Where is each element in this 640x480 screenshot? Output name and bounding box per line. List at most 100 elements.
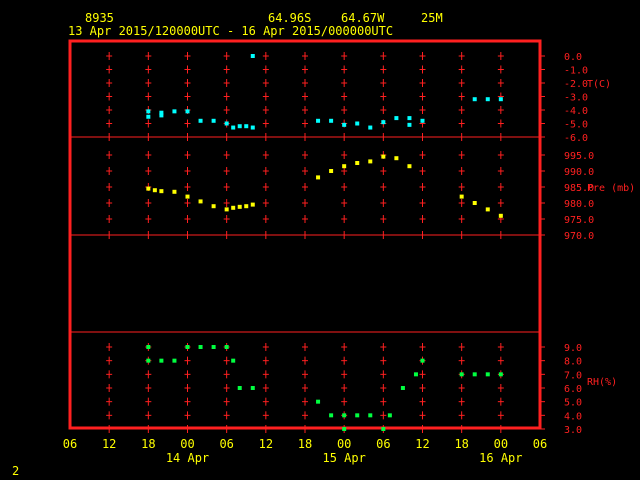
data-point bbox=[329, 413, 334, 418]
data-point bbox=[368, 159, 373, 164]
y-tick-label: -5.0 bbox=[564, 120, 588, 131]
data-point bbox=[185, 194, 190, 199]
data-point bbox=[244, 204, 249, 209]
x-tick-label: 18 bbox=[454, 437, 468, 451]
data-point bbox=[185, 109, 190, 114]
y-tick-label: -6.0 bbox=[564, 133, 588, 144]
data-point bbox=[231, 205, 236, 210]
y-tick-label: -3.0 bbox=[564, 93, 588, 104]
y-tick-label: 975.0 bbox=[564, 215, 594, 226]
data-point bbox=[420, 118, 425, 123]
data-point bbox=[146, 345, 151, 349]
page-number: 2 bbox=[12, 464, 19, 478]
data-point bbox=[316, 175, 321, 180]
data-point bbox=[381, 154, 386, 159]
y-tick-label: 6.0 bbox=[564, 384, 582, 395]
data-point bbox=[472, 201, 477, 205]
x-tick-label: 12 bbox=[415, 437, 429, 451]
data-point bbox=[387, 413, 392, 418]
plot-area: 06 12 18 00 06 12 18 00 06 12 18 00 06 14 Apr 15 Apr 16… bbox=[63, 39, 635, 465]
y-tick-label: 990.0 bbox=[564, 167, 594, 178]
data-point bbox=[146, 186, 151, 191]
data-point bbox=[172, 189, 177, 194]
data-point bbox=[394, 116, 399, 121]
data-point bbox=[250, 386, 255, 390]
y-tick-label: 9.0 bbox=[564, 343, 582, 354]
data-point bbox=[159, 358, 164, 363]
station-longitude: 64.67W bbox=[341, 11, 385, 25]
station-id: 8935 bbox=[85, 11, 114, 25]
x-tick-label: 06 bbox=[376, 437, 390, 451]
data-point bbox=[413, 372, 418, 377]
data-point bbox=[316, 118, 321, 123]
x-date-label: 16 Apr bbox=[479, 451, 522, 465]
data-point bbox=[152, 188, 157, 193]
y-tick-label: -2.0 bbox=[564, 79, 588, 90]
data-point bbox=[198, 199, 203, 204]
data-point bbox=[185, 345, 190, 349]
y-tick-label: 995.0 bbox=[564, 151, 594, 162]
x-tick-label: 06 bbox=[533, 437, 547, 451]
y-tick-label: 970.0 bbox=[564, 231, 594, 242]
data-point bbox=[394, 156, 399, 161]
y-tick-label: 8.0 bbox=[564, 357, 582, 368]
data-point bbox=[250, 54, 255, 58]
data-point bbox=[498, 97, 503, 102]
x-tick-label: 00 bbox=[494, 437, 508, 451]
data-point bbox=[329, 169, 334, 173]
data-point bbox=[198, 345, 203, 349]
x-tick-label: 00 bbox=[180, 437, 194, 451]
data-point bbox=[237, 204, 242, 209]
panel-label: T(C) bbox=[587, 79, 611, 90]
data-point bbox=[342, 122, 347, 127]
data-point bbox=[400, 386, 405, 390]
meteogram-chart: 8935 64.96S 64.67W 25M 13 Apr 2015/12000… bbox=[12, 11, 635, 478]
data-point bbox=[224, 121, 229, 126]
y-tick-label: 5.0 bbox=[564, 398, 582, 409]
x-tick-label: 06 bbox=[63, 437, 77, 451]
data-point bbox=[342, 413, 347, 418]
data-point bbox=[329, 118, 334, 123]
x-tick-label: 18 bbox=[298, 437, 312, 451]
y-tick-label: -1.0 bbox=[564, 66, 588, 77]
data-point bbox=[159, 189, 164, 194]
data-point bbox=[498, 372, 503, 377]
data-point bbox=[237, 124, 242, 129]
data-point bbox=[485, 372, 490, 377]
data-point bbox=[146, 109, 151, 114]
data-point bbox=[231, 358, 236, 363]
data-point bbox=[224, 345, 229, 349]
panel-label: RH(%) bbox=[587, 377, 617, 388]
x-tick-label: 06 bbox=[219, 437, 233, 451]
data-point bbox=[250, 202, 255, 207]
y-tick-label: 3.0 bbox=[564, 425, 582, 436]
station-latitude: 64.96S bbox=[268, 11, 311, 25]
data-point bbox=[146, 114, 151, 119]
data-point bbox=[159, 110, 164, 115]
x-tick-label: 12 bbox=[259, 437, 273, 451]
data-point bbox=[459, 194, 464, 199]
data-point bbox=[316, 399, 321, 404]
data-point bbox=[355, 121, 360, 126]
data-point bbox=[368, 125, 373, 130]
data-point bbox=[381, 427, 386, 431]
data-point bbox=[211, 345, 216, 349]
data-point bbox=[237, 386, 242, 390]
data-point bbox=[485, 207, 490, 212]
data-point bbox=[485, 97, 490, 102]
data-point bbox=[211, 118, 216, 123]
data-point bbox=[172, 358, 177, 363]
data-point bbox=[224, 207, 229, 212]
data-point bbox=[472, 372, 477, 377]
y-tick-label: 980.0 bbox=[564, 199, 594, 210]
x-tick-label: 12 bbox=[102, 437, 116, 451]
data-point bbox=[355, 161, 360, 165]
data-point bbox=[420, 358, 425, 363]
y-tick-label: 7.0 bbox=[564, 370, 582, 381]
y-tick-label: 4.0 bbox=[564, 411, 582, 422]
data-point bbox=[381, 120, 386, 125]
data-point bbox=[211, 204, 216, 209]
time-period: 13 Apr 2015/120000UTC - 16 Apr 2015/0000… bbox=[68, 24, 393, 38]
x-tick-label: 00 bbox=[337, 437, 351, 451]
y-tick-label: -4.0 bbox=[564, 106, 588, 117]
